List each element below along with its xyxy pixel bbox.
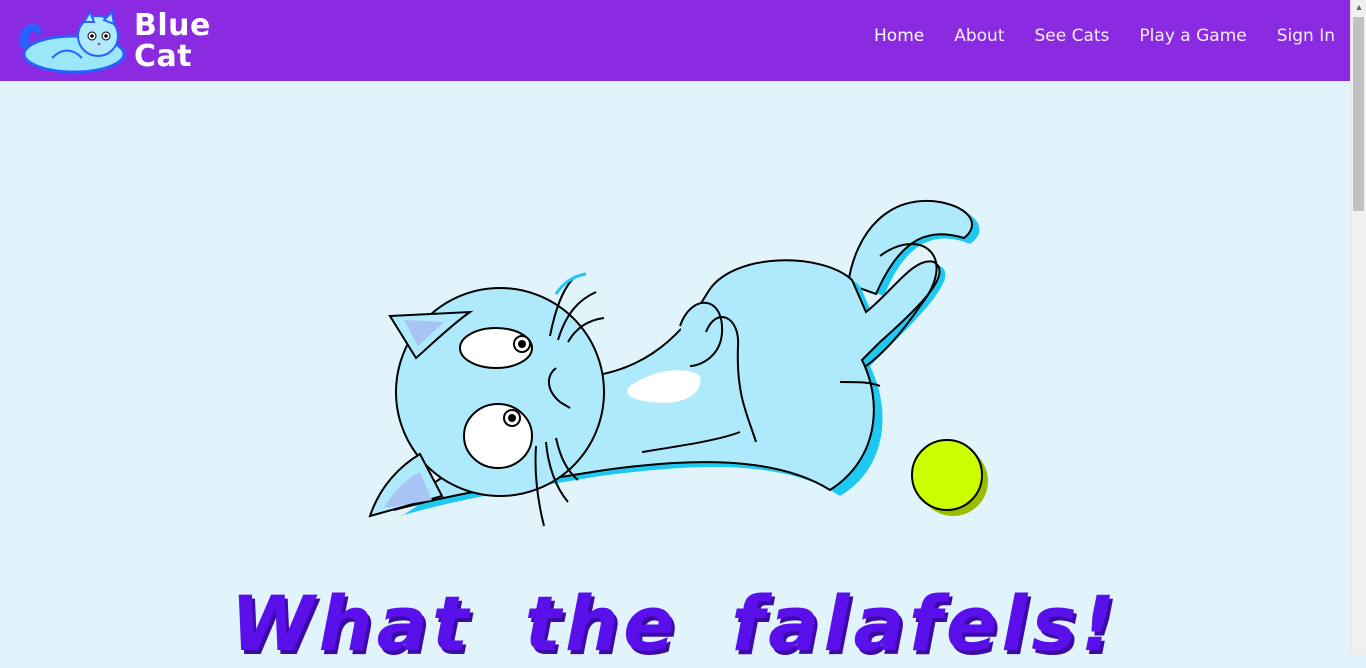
page: Blue Cat Home About See Cats Play a Game… [0, 0, 1350, 668]
scroll-thumb[interactable] [1353, 17, 1364, 211]
brand-name: Blue Cat [134, 10, 211, 72]
vertical-scrollbar[interactable]: ▲ [1350, 0, 1366, 655]
nav-about[interactable]: About [954, 26, 1004, 46]
nav-sign-in[interactable]: Sign In [1277, 26, 1335, 46]
nav-play-a-game[interactable]: Play a Game [1139, 26, 1246, 46]
brand-link[interactable]: Blue Cat [12, 8, 211, 74]
brand-name-line2: Cat [134, 39, 193, 74]
navbar: Blue Cat Home About See Cats Play a Game… [0, 0, 1350, 81]
brand-name-line1: Blue [134, 8, 211, 43]
nav-see-cats[interactable]: See Cats [1034, 26, 1109, 46]
blue-cat-logo-icon [18, 9, 126, 74]
nav-home[interactable]: Home [874, 26, 924, 46]
main-nav: Home About See Cats Play a Game Sign In [844, 26, 1335, 46]
lying-blue-cat-with-yellow-ball-illustration [368, 199, 988, 527]
scroll-up-arrow-icon[interactable]: ▲ [1354, 2, 1364, 12]
